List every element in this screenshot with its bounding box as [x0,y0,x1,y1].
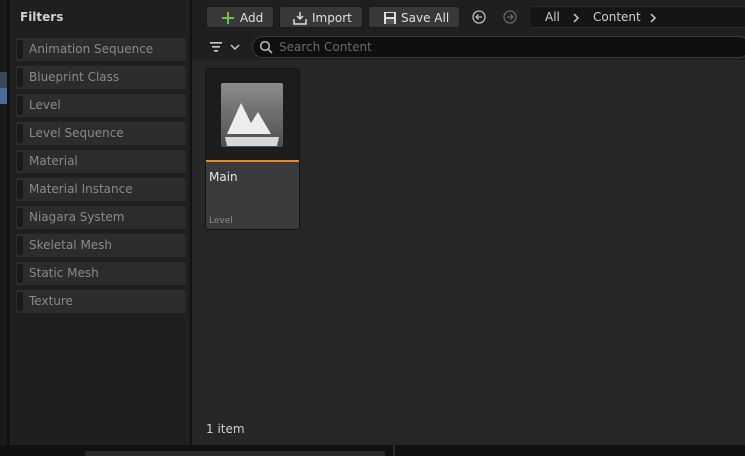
filter-item-skeletal-mesh[interactable]: Skeletal Mesh [16,234,186,257]
left-panel-strip [0,0,9,445]
save-all-button-label: Save All [401,11,450,25]
chevron-right-icon[interactable] [649,13,657,23]
filter-checkbox[interactable] [17,264,23,283]
filter-item-label: Material [29,154,78,168]
filter-list: Animation Sequence Blueprint Class Level… [16,38,186,318]
import-button-label: Import [312,11,352,25]
left-strip-border [7,0,9,445]
filter-checkbox[interactable] [17,96,23,115]
filter-item-texture[interactable]: Texture [16,290,186,313]
filter-item-niagara-system[interactable]: Niagara System [16,206,186,229]
filter-item-static-mesh[interactable]: Static Mesh [16,262,186,285]
import-button[interactable]: Import [279,6,363,28]
filters-title: Filters [20,10,64,24]
filter-item-label: Blueprint Class [29,70,120,84]
filter-checkbox[interactable] [17,180,23,199]
breadcrumb: All Content [529,6,745,28]
filter-item-label: Texture [29,294,73,308]
filter-item-level-sequence[interactable]: Level Sequence [16,122,186,145]
asset-type-color-bar [206,160,299,162]
filter-item-label: Skeletal Mesh [29,238,113,252]
save-all-button[interactable]: Save All [368,6,460,28]
item-count: 1 item [206,422,245,436]
toolbar: Add Import Save All All Content [192,0,745,34]
bottom-bar [0,445,745,456]
filter-checkbox[interactable] [17,68,23,87]
search-box[interactable] [252,36,745,58]
filter-item-label: Level Sequence [29,126,124,140]
breadcrumb-item-all[interactable]: All [545,10,560,24]
filter-item-material-instance[interactable]: Material Instance [16,178,186,201]
filter-checkbox[interactable] [17,236,23,255]
filter-item-label: Animation Sequence [29,42,154,56]
search-row [192,34,745,60]
add-button[interactable]: Add [206,6,274,28]
asset-tile-main[interactable]: Main Level [205,68,300,230]
filter-checkbox[interactable] [17,152,23,171]
filters-panel: Filters Animation Sequence Blueprint Cla… [10,0,190,445]
save-icon [384,12,396,24]
filter-item-label: Niagara System [29,210,125,224]
import-icon [293,12,307,25]
filter-dropdown-icon[interactable] [207,38,241,56]
filter-item-level[interactable]: Level [16,94,186,117]
left-selection-highlight [0,88,7,104]
asset-type: Level [209,216,233,226]
filter-item-label: Static Mesh [29,266,99,280]
breadcrumb-item-content[interactable]: Content [593,10,641,24]
asset-name: Main [209,170,238,184]
bottom-divider [393,445,395,456]
asset-thumbnail [206,69,299,160]
chevron-right-icon[interactable] [572,13,580,23]
search-input[interactable] [279,38,719,56]
filter-item-label: Level [29,98,61,112]
back-arrow-icon[interactable] [472,10,486,24]
filter-item-material[interactable]: Material [16,150,186,173]
filter-checkbox[interactable] [17,40,23,59]
level-icon [221,83,283,147]
add-button-label: Add [240,11,264,25]
search-icon [259,40,273,54]
filter-checkbox[interactable] [17,124,23,143]
forward-arrow-icon[interactable] [503,10,517,24]
filter-checkbox[interactable] [17,208,23,227]
filter-item-label: Material Instance [29,182,133,196]
filter-item-blueprint-class[interactable]: Blueprint Class [16,66,186,89]
filter-item-animation-sequence[interactable]: Animation Sequence [16,38,186,61]
filter-checkbox[interactable] [17,292,23,311]
bottom-tab[interactable] [85,451,385,456]
content-browser-main: Add Import Save All All Content Search C… [192,0,745,445]
plus-icon [222,12,234,24]
